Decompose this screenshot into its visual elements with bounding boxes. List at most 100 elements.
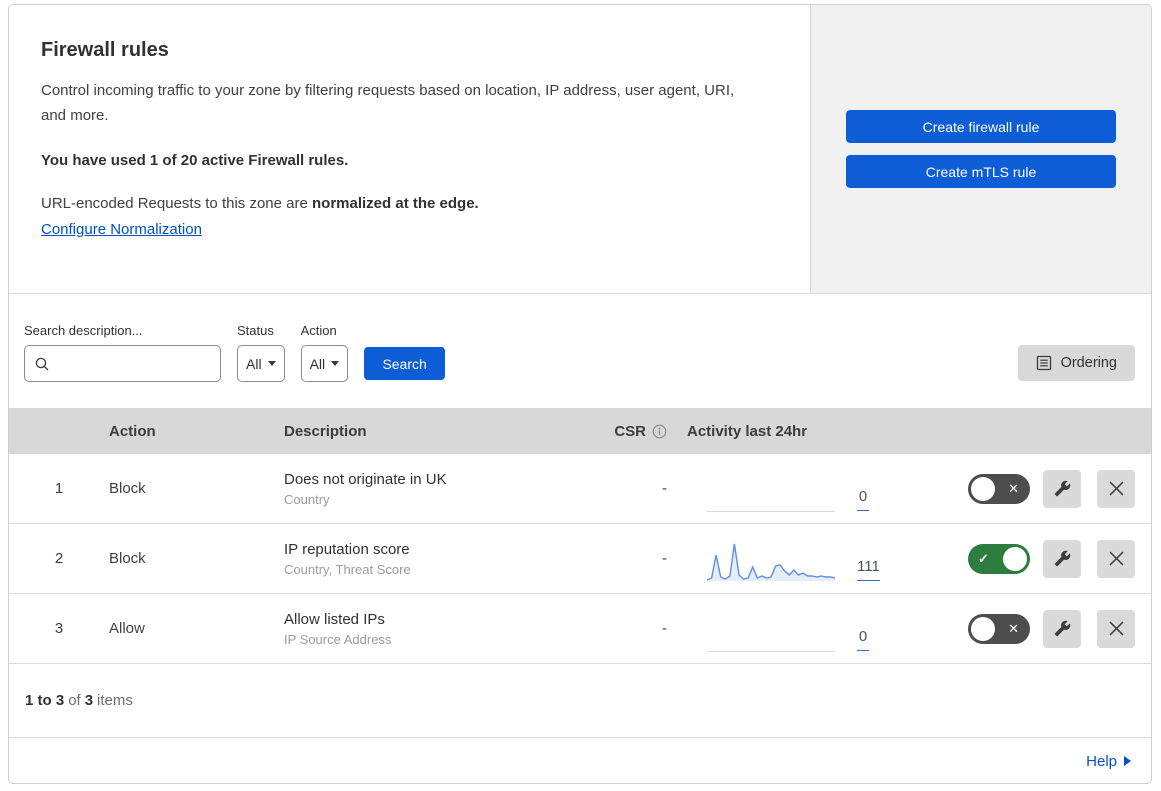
toggle-knob: [1003, 546, 1027, 571]
normalization-prefix: URL-encoded Requests to this zone are: [41, 195, 312, 212]
activity-count-link[interactable]: 0: [857, 628, 869, 651]
action-column-header: Action: [109, 422, 156, 440]
toggle-on-check-icon: ✓: [978, 550, 989, 566]
rule-activity-cell: 0: [677, 594, 927, 663]
search-label: Search description...: [24, 323, 143, 338]
action-group: Action All: [300, 322, 349, 382]
create-firewall-rule-button[interactable]: Create firewall rule: [846, 110, 1116, 143]
chevron-down-icon: [331, 361, 340, 366]
rule-enabled-toggle[interactable]: ✕: [968, 473, 1030, 504]
csr-column-header: CSR: [589, 423, 677, 440]
pagination-items: items: [97, 692, 133, 709]
wrench-icon: [1054, 550, 1070, 567]
search-button[interactable]: Search: [364, 347, 446, 380]
toggle-off-x-icon: ✕: [1008, 480, 1019, 496]
rule-fields: IP Source Address: [284, 631, 392, 647]
ordering-button[interactable]: Ordering: [1017, 345, 1135, 381]
rule-controls: ✓: [927, 524, 1151, 593]
activity-sparkline: [707, 612, 835, 652]
rule-description: Allow listed IPs: [284, 610, 385, 628]
delete-rule-button[interactable]: [1097, 469, 1135, 508]
edit-rule-button[interactable]: [1043, 469, 1081, 508]
pagination-total: 3: [84, 692, 94, 709]
rule-description-cell: IP reputation score Country, Threat Scor…: [284, 541, 589, 577]
configure-normalization-link[interactable]: Configure Normalization: [41, 221, 202, 238]
wrench-icon: [1054, 620, 1070, 637]
table-row: 1 Block Does not originate in UK Country…: [9, 454, 1151, 524]
rule-action: Block: [109, 550, 146, 567]
rule-csr-value: -: [662, 550, 667, 567]
search-icon: [35, 357, 49, 370]
table-row: 2 Block IP reputation score Country, Thr…: [9, 524, 1151, 594]
csr-header-label: CSR: [614, 422, 646, 440]
page-title: Firewall rules: [41, 39, 169, 61]
delete-rule-button[interactable]: [1097, 539, 1135, 578]
rule-csr-value: -: [662, 620, 667, 637]
rule-enabled-toggle[interactable]: ✕: [968, 613, 1030, 644]
header-section: Firewall rules Control incoming traffic …: [9, 5, 1151, 294]
rule-priority: 1: [54, 480, 64, 497]
delete-rule-button[interactable]: [1097, 609, 1135, 648]
create-mtls-rule-button[interactable]: Create mTLS rule: [846, 155, 1116, 188]
search-input[interactable]: [57, 355, 212, 372]
close-icon: [1109, 621, 1123, 636]
description-column-header: Description: [284, 422, 367, 440]
table-header-row: Action Description CSR Activity last 24h…: [9, 408, 1151, 454]
pagination: 1 to 3 of 3 items: [9, 664, 1151, 738]
pagination-range: 1 to 3: [25, 692, 65, 709]
rule-description: IP reputation score: [284, 540, 410, 558]
close-icon: [1109, 551, 1123, 566]
rules-table: Action Description CSR Activity last 24h…: [9, 408, 1151, 664]
rule-priority: 2: [54, 550, 64, 567]
wrench-icon: [1054, 480, 1070, 497]
normalization-bold: normalized at the edge.: [312, 195, 479, 212]
pagination-of: of: [68, 692, 81, 709]
rule-description-cell: Allow listed IPs IP Source Address: [284, 611, 589, 647]
rule-csr-value: -: [662, 480, 667, 497]
header-content: Firewall rules Control incoming traffic …: [9, 5, 811, 293]
rule-controls: ✕: [927, 594, 1151, 663]
toggle-knob: [971, 616, 995, 641]
status-group: Status All: [237, 322, 285, 382]
search-input-wrap: [24, 345, 221, 382]
ordering-button-label: Ordering: [1060, 355, 1117, 371]
status-selected-value: All: [246, 355, 262, 372]
edit-rule-button[interactable]: [1043, 609, 1081, 648]
filter-bar: Search description... Status All Action: [9, 294, 1151, 408]
rule-description: Does not originate in UK: [284, 470, 447, 488]
rule-action: Block: [109, 480, 146, 497]
toggle-off-x-icon: ✕: [1008, 620, 1019, 636]
rule-fields: Country: [284, 491, 330, 507]
rule-description-cell: Does not originate in UK Country: [284, 471, 589, 507]
rule-fields: Country, Threat Score: [284, 561, 411, 577]
firewall-rules-page: Firewall rules Control incoming traffic …: [8, 4, 1152, 784]
chevron-down-icon: [267, 361, 276, 366]
normalization-text: URL-encoded Requests to this zone are no…: [41, 195, 768, 212]
rule-enabled-toggle[interactable]: ✓: [968, 543, 1030, 574]
status-label: Status: [237, 323, 274, 338]
help-arrow-icon: [1124, 756, 1131, 766]
toggle-knob: [971, 476, 995, 501]
action-select[interactable]: All: [300, 345, 349, 382]
page-description: Control incoming traffic to your zone by…: [41, 82, 735, 124]
ordered-list-icon: [1036, 355, 1051, 371]
action-selected-value: All: [309, 355, 326, 372]
close-icon: [1109, 481, 1123, 496]
activity-count-link[interactable]: 111: [857, 558, 880, 581]
activity-count-link[interactable]: 0: [857, 488, 869, 511]
action-label: Action: [300, 323, 337, 338]
activity-sparkline: [707, 472, 835, 512]
search-group: Search description...: [24, 322, 221, 382]
rule-priority: 3: [54, 620, 64, 637]
activity-sparkline: [707, 542, 835, 582]
rule-activity-cell: 111: [677, 524, 927, 593]
rule-activity-cell: 0: [677, 454, 927, 523]
help-row: Help: [9, 738, 1151, 783]
table-row: 3 Allow Allow listed IPs IP Source Addre…: [9, 594, 1151, 664]
rule-action: Allow: [109, 620, 145, 637]
info-icon[interactable]: [652, 424, 667, 439]
help-link[interactable]: Help: [1086, 753, 1117, 770]
edit-rule-button[interactable]: [1043, 539, 1081, 578]
status-select[interactable]: All: [237, 345, 285, 382]
header-actions-panel: Create firewall rule Create mTLS rule: [811, 5, 1151, 293]
